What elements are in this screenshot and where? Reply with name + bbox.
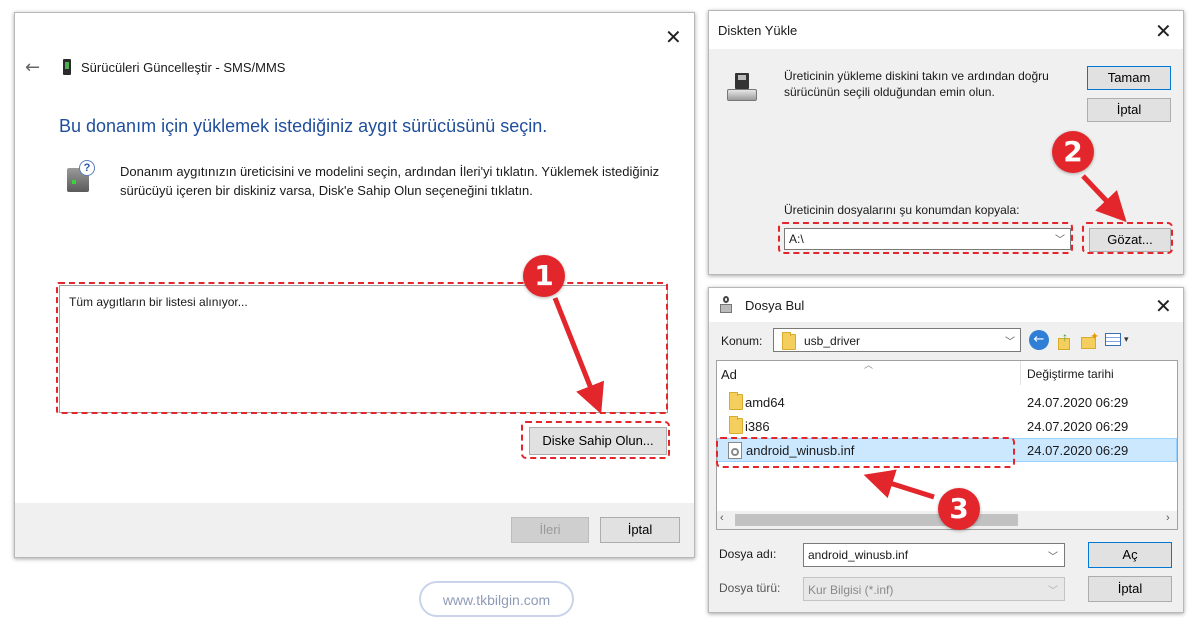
description-line-1: Donanım aygıtınızın üreticisini ve model…: [120, 164, 660, 179]
close-icon[interactable]: ✕: [665, 27, 682, 47]
file-modified: 24.07.2020 06:29: [1027, 395, 1129, 410]
list-item[interactable]: i386 24.07.2020 06:29: [717, 415, 1177, 437]
file-search-icon: [719, 296, 733, 314]
back-arrow-icon[interactable]: ←: [25, 57, 40, 78]
location-combobox[interactable]: usb_driver ﹀: [773, 328, 1021, 352]
close-icon[interactable]: ✕: [1155, 21, 1172, 41]
device-icon: [63, 59, 71, 75]
hardware-question-icon: ?: [65, 160, 95, 194]
scroll-left-icon[interactable]: ‹: [720, 512, 724, 524]
device-list-highlight: [56, 282, 668, 414]
file-name: amd64: [745, 395, 785, 410]
chevron-down-icon: ﹀: [1048, 586, 1058, 597]
disk-drive-icon: [727, 73, 757, 103]
folder-icon: [729, 416, 743, 434]
cancel-button[interactable]: İptal: [600, 517, 680, 543]
browse-highlight: [1082, 222, 1173, 254]
chevron-down-icon[interactable]: ﹀: [1048, 548, 1058, 563]
watermark-pill: www.tkbilgin.com: [419, 581, 574, 617]
file-type-value: Kur Bilgisi (*.inf): [808, 583, 894, 597]
file-modified: 24.07.2020 06:29: [1027, 419, 1129, 434]
list-item[interactable]: amd64 24.07.2020 06:29: [717, 391, 1177, 413]
location-value: usb_driver: [804, 334, 861, 348]
back-icon[interactable]: ←: [1029, 330, 1049, 350]
close-icon[interactable]: ✕: [1155, 296, 1172, 316]
step-2-badge: 2: [1052, 131, 1094, 173]
file-name: i386: [745, 419, 770, 434]
location-label: Konum:: [721, 334, 763, 348]
description-line-2: sürücüyü içeren bir diskiniz varsa, Disk…: [120, 183, 533, 198]
new-folder-icon[interactable]: ✦: [1079, 330, 1099, 350]
view-menu-icon[interactable]: ▾: [1105, 330, 1133, 350]
disk-cancel-button[interactable]: İptal: [1087, 98, 1171, 122]
scroll-right-icon[interactable]: ›: [1166, 512, 1170, 524]
step-1-badge: 1: [523, 255, 565, 297]
file-name-combobox[interactable]: android_winusb.inf ﹀: [803, 543, 1065, 567]
path-highlight: [778, 222, 1073, 254]
inf-file-highlight: [716, 437, 1015, 468]
window-title: Sürücüleri Güncelleştir - SMS/MMS: [81, 60, 286, 75]
file-cancel-button[interactable]: İptal: [1088, 576, 1172, 602]
file-modified: 24.07.2020 06:29: [1027, 443, 1129, 458]
page-heading: Bu donanım için yüklemek istediğiniz ayg…: [59, 116, 548, 136]
up-folder-icon[interactable]: ↑: [1054, 330, 1074, 350]
column-header-modified[interactable]: Değiştirme tarihi: [1027, 367, 1114, 381]
column-divider: [1020, 361, 1021, 385]
ok-button[interactable]: Tamam: [1087, 66, 1171, 90]
file-name-value: android_winusb.inf: [808, 548, 909, 562]
chevron-down-icon[interactable]: ﹀: [1005, 333, 1015, 348]
file-type-label: Dosya türü:: [719, 581, 781, 595]
file-name-label: Dosya adı:: [719, 547, 777, 561]
sort-arrow-icon: ︿: [864, 360, 874, 370]
have-disk-highlight: [521, 421, 670, 459]
file-type-combobox[interactable]: Kur Bilgisi (*.inf) ﹀: [803, 577, 1065, 601]
file-dialog-title: Dosya Bul: [745, 298, 805, 313]
next-button[interactable]: İleri: [511, 517, 589, 543]
disk-dialog-title: Diskten Yükle: [718, 23, 798, 38]
footer-bar: [15, 503, 694, 557]
folder-icon: [782, 332, 796, 350]
copy-location-label: Üreticinin dosyalarını şu konumdan kopya…: [784, 203, 1020, 217]
watermark-text: www.tkbilgin.com: [442, 592, 551, 608]
column-header-name[interactable]: Ad: [721, 367, 737, 382]
step-3-badge: 3: [938, 488, 980, 530]
disk-message-line-1: Üreticinin yükleme diskini takın ve ardı…: [784, 69, 1049, 83]
disk-message-line-2: sürücünün seçili olduğundan emin olun.: [784, 85, 995, 99]
folder-icon: [729, 392, 743, 410]
open-button[interactable]: Aç: [1088, 542, 1172, 568]
